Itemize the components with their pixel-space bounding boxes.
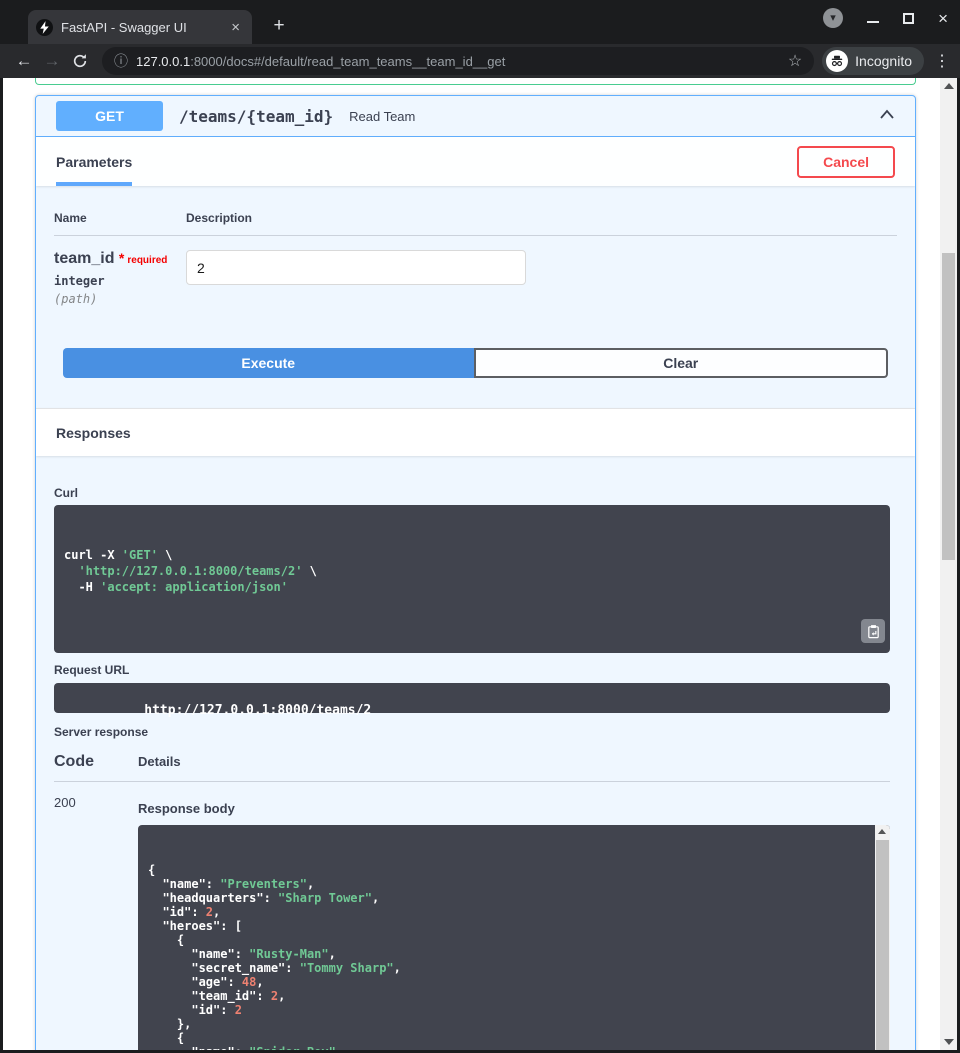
forward-button[interactable]: →	[38, 47, 66, 75]
page-scroll-up-icon[interactable]	[944, 83, 954, 89]
parameter-row: team_id *required integer (path)	[54, 236, 897, 348]
response-scrollbar-thumb[interactable]	[876, 840, 889, 1050]
parameter-name: team_id *required	[54, 250, 186, 268]
team-id-input[interactable]	[186, 250, 526, 285]
parameters-tab-header: Parameters Cancel	[36, 137, 915, 186]
fastapi-favicon-icon	[36, 19, 53, 36]
swagger-page: GET /teams/{team_id} Read Team Parameter…	[3, 78, 957, 1050]
column-header-details: Details	[138, 754, 890, 769]
operation-summary-text: Read Team	[349, 109, 415, 124]
operation-summary[interactable]: GET /teams/{team_id} Read Team	[36, 96, 915, 137]
page-scrollbar[interactable]	[940, 78, 957, 1050]
tab-close-icon[interactable]: ×	[227, 18, 244, 37]
new-tab-button[interactable]: +	[266, 14, 292, 38]
cancel-button[interactable]: Cancel	[797, 146, 895, 178]
url-text: 127.0.0.1:8000/docs#/default/read_team_t…	[136, 54, 780, 69]
column-header-code: Code	[54, 753, 138, 771]
browser-toolbar: ← → ⓘ 127.0.0.1:8000/docs#/default/read_…	[0, 44, 960, 78]
incognito-badge: Incognito	[822, 47, 924, 75]
response-body-block: { "name": "Preventers", "headquarters": …	[138, 825, 890, 1050]
previous-operation-block-partial	[35, 78, 916, 85]
required-label: required	[127, 255, 167, 266]
server-response-label: Server response	[54, 725, 890, 739]
parameters-table: Name Description team_id *required integ…	[36, 186, 915, 348]
reload-button[interactable]	[66, 47, 94, 75]
scroll-up-arrow-icon[interactable]	[878, 829, 886, 834]
response-body-json: { "name": "Preventers", "headquarters": …	[148, 863, 864, 1050]
window-menu-chevron-icon[interactable]: ▾	[823, 8, 843, 28]
request-url-block: http://127.0.0.1:8000/teams/2	[54, 683, 890, 713]
address-bar[interactable]: ⓘ 127.0.0.1:8000/docs#/default/read_team…	[102, 47, 814, 75]
curl-label: Curl	[54, 486, 890, 500]
server-response-table: Code Details 200 Response body { "name":…	[54, 753, 890, 1050]
column-header-name: Name	[54, 211, 186, 225]
browser-titlebar: FastAPI - Swagger UI × + ▾ ×	[0, 0, 960, 44]
copy-to-clipboard-button[interactable]	[861, 619, 885, 643]
responses-heading: Responses	[56, 425, 131, 441]
close-window-button[interactable]: ×	[938, 10, 948, 27]
minimize-button[interactable]	[867, 21, 879, 23]
site-info-icon[interactable]: ⓘ	[114, 51, 128, 71]
method-badge: GET	[56, 101, 163, 131]
browser-tab[interactable]: FastAPI - Swagger UI ×	[28, 10, 252, 44]
tab-title: FastAPI - Swagger UI	[61, 20, 219, 35]
url-path: :8000/docs#/default/read_team_teams__tea…	[190, 54, 505, 69]
status-code: 200	[54, 795, 138, 1050]
response-row: 200 Response body { "name": "Preventers"…	[54, 782, 890, 1050]
curl-command: curl -X 'GET' \ 'http://127.0.0.1:8000/t…	[64, 547, 880, 595]
incognito-icon	[826, 50, 848, 72]
parameter-type: integer	[54, 274, 186, 288]
execute-row: Execute Clear	[63, 348, 888, 378]
responses-section-header: Responses	[36, 408, 915, 456]
clear-button[interactable]: Clear	[474, 348, 889, 378]
tab-parameters[interactable]: Parameters	[56, 137, 132, 186]
bookmark-star-icon[interactable]: ☆	[788, 51, 802, 71]
column-header-description: Description	[186, 211, 897, 225]
collapse-chevron-icon[interactable]	[879, 107, 895, 125]
response-body-scrollbar[interactable]	[875, 825, 890, 1050]
get-operation-block: GET /teams/{team_id} Read Team Parameter…	[35, 95, 916, 1050]
incognito-label: Incognito	[855, 53, 912, 69]
browser-menu-icon[interactable]: ⋮	[934, 51, 950, 71]
request-url-label: Request URL	[54, 663, 890, 677]
back-button[interactable]: ←	[10, 47, 38, 75]
execute-button[interactable]: Execute	[63, 348, 474, 378]
url-host: 127.0.0.1	[136, 54, 190, 69]
curl-command-block: curl -X 'GET' \ 'http://127.0.0.1:8000/t…	[54, 505, 890, 653]
request-url-value: http://127.0.0.1:8000/teams/2	[144, 703, 371, 718]
tab-parameters-label: Parameters	[56, 154, 132, 170]
responses-body: Curl curl -X 'GET' \ 'http://127.0.0.1:8…	[36, 456, 915, 1050]
page-scrollbar-thumb[interactable]	[942, 253, 955, 560]
parameter-location: (path)	[54, 292, 186, 306]
response-body-label: Response body	[138, 801, 890, 816]
maximize-button[interactable]	[903, 13, 914, 24]
operation-path: /teams/{team_id}	[179, 107, 333, 126]
page-scroll-down-icon[interactable]	[944, 1039, 954, 1045]
required-asterisk: *	[119, 250, 124, 266]
